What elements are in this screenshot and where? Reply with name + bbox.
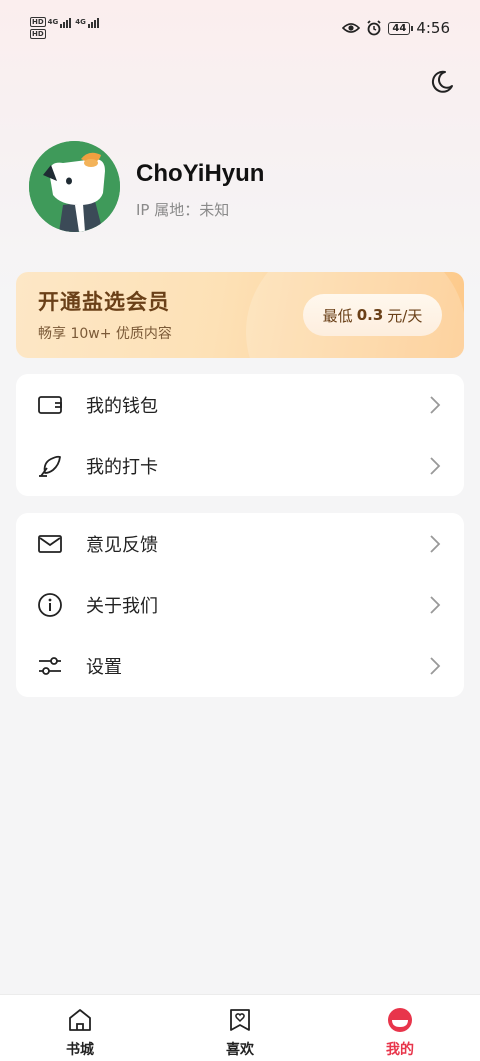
chevron-right-icon [430,595,441,614]
tab-bookstore[interactable]: 书城 [40,995,120,1061]
menu-item-about[interactable]: 关于我们 [16,574,464,635]
signal-bars-icon [87,16,100,28]
avatar[interactable] [29,141,120,232]
eye-icon [342,23,361,33]
menu-item-checkin[interactable]: 我的打卡 [16,435,464,496]
chevron-right-icon [430,534,441,553]
chevron-right-icon [430,395,441,414]
menu-card-account: 我的钱包 我的打卡 [16,374,464,496]
wallet-icon [38,395,62,414]
menu-item-feedback[interactable]: 意见反馈 [16,513,464,574]
info-icon [38,592,62,617]
vip-title: 开通盐选会员 [38,289,170,314]
moon-icon[interactable] [429,69,455,95]
bottom-tab-bar: 书城 喜欢 我的 [0,994,480,1061]
username[interactable]: ChoYiHyun [136,160,264,188]
hd-badge: HD [30,29,46,39]
mail-icon [38,534,62,553]
alarm-icon [367,20,382,36]
heart-bookmark-icon [230,1009,250,1031]
menu-card-general: 意见反馈 关于我们 设置 [16,513,464,697]
status-right: 44 4:56 [342,19,450,37]
chevron-right-icon [430,656,441,675]
vip-subtitle: 畅享 10w+ 优质内容 [38,326,172,342]
vip-price-button[interactable]: 最低 0.3 元/天 [303,294,442,336]
signal-bars-icon [60,16,72,28]
ip-location: IP 属地：未知 [136,201,230,219]
menu-item-wallet[interactable]: 我的钱包 [16,374,464,435]
chevron-right-icon [430,456,441,475]
feather-icon [39,455,61,477]
clock: 4:56 [416,19,450,37]
battery-indicator: 44 [388,21,414,35]
avatar-illustration [29,141,120,232]
status-bar: HD 4G 4G HD 44 4:56 [0,0,480,58]
hd-badge: HD [30,17,46,27]
profile-icon [388,1008,412,1032]
signal-indicators: HD 4G 4G HD [30,16,100,40]
home-icon [69,1009,91,1031]
vip-banner[interactable]: 开通盐选会员 畅享 10w+ 优质内容 最低 0.3 元/天 [16,272,464,358]
menu-item-settings[interactable]: 设置 [16,635,464,696]
tab-mine[interactable]: 我的 [360,995,440,1061]
tab-favorites[interactable]: 喜欢 [200,995,280,1061]
sliders-icon [39,656,61,675]
